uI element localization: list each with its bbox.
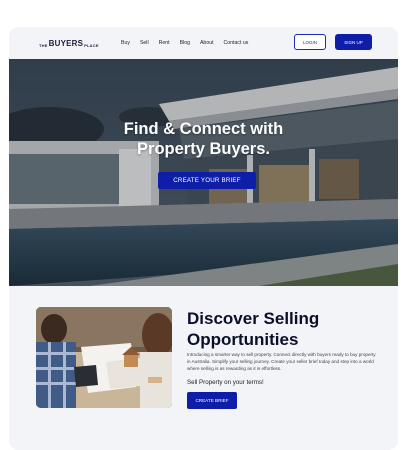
hero-title: Find & Connect with Property Buyers. — [9, 119, 398, 159]
page-frame: THE BUYERS PLACE Buy Sell Rent Blog Abou… — [9, 27, 398, 450]
create-brief-button[interactable]: CREATE BRIEF — [187, 392, 237, 409]
nav-about[interactable]: About — [200, 40, 214, 46]
logo-place: PLACE — [84, 43, 99, 48]
nav-contact-us[interactable]: Contact us — [224, 40, 249, 46]
nav-buy[interactable]: Buy — [121, 40, 130, 46]
signup-button[interactable]: SIGN UP — [335, 34, 372, 50]
site-logo[interactable]: THE BUYERS PLACE — [39, 38, 99, 49]
site-header: THE BUYERS PLACE Buy Sell Rent Blog Abou… — [9, 27, 398, 59]
discover-section: Discover Selling Opportunities Introduci… — [9, 286, 398, 450]
discover-title-line1: Discover Selling — [187, 309, 320, 328]
nav-sell[interactable]: Sell — [140, 40, 149, 46]
hero-section: Find & Connect with Property Buyers. CRE… — [9, 59, 398, 286]
people-reviewing-documents-image — [36, 307, 172, 408]
discover-title: Discover Selling Opportunities — [187, 308, 387, 350]
discover-subheading: Sell Property on your terms! — [187, 379, 264, 386]
create-your-brief-button[interactable]: CREATE YOUR BRIEF — [158, 172, 256, 189]
discover-description: Introducing a smarter way to sell proper… — [187, 352, 376, 372]
logo-buyers: BUYERS — [48, 39, 84, 48]
main-nav: Buy Sell Rent Blog About Contact us — [121, 40, 248, 46]
discover-title-line2: Opportunities — [187, 330, 299, 349]
logo-the: THE — [39, 43, 48, 48]
nav-rent[interactable]: Rent — [159, 40, 170, 46]
hero-title-line1: Find & Connect with — [123, 120, 284, 138]
hero-title-line2: Property Buyers. — [137, 140, 270, 158]
login-button[interactable]: LOGIN — [294, 34, 326, 50]
nav-blog[interactable]: Blog — [180, 40, 190, 46]
